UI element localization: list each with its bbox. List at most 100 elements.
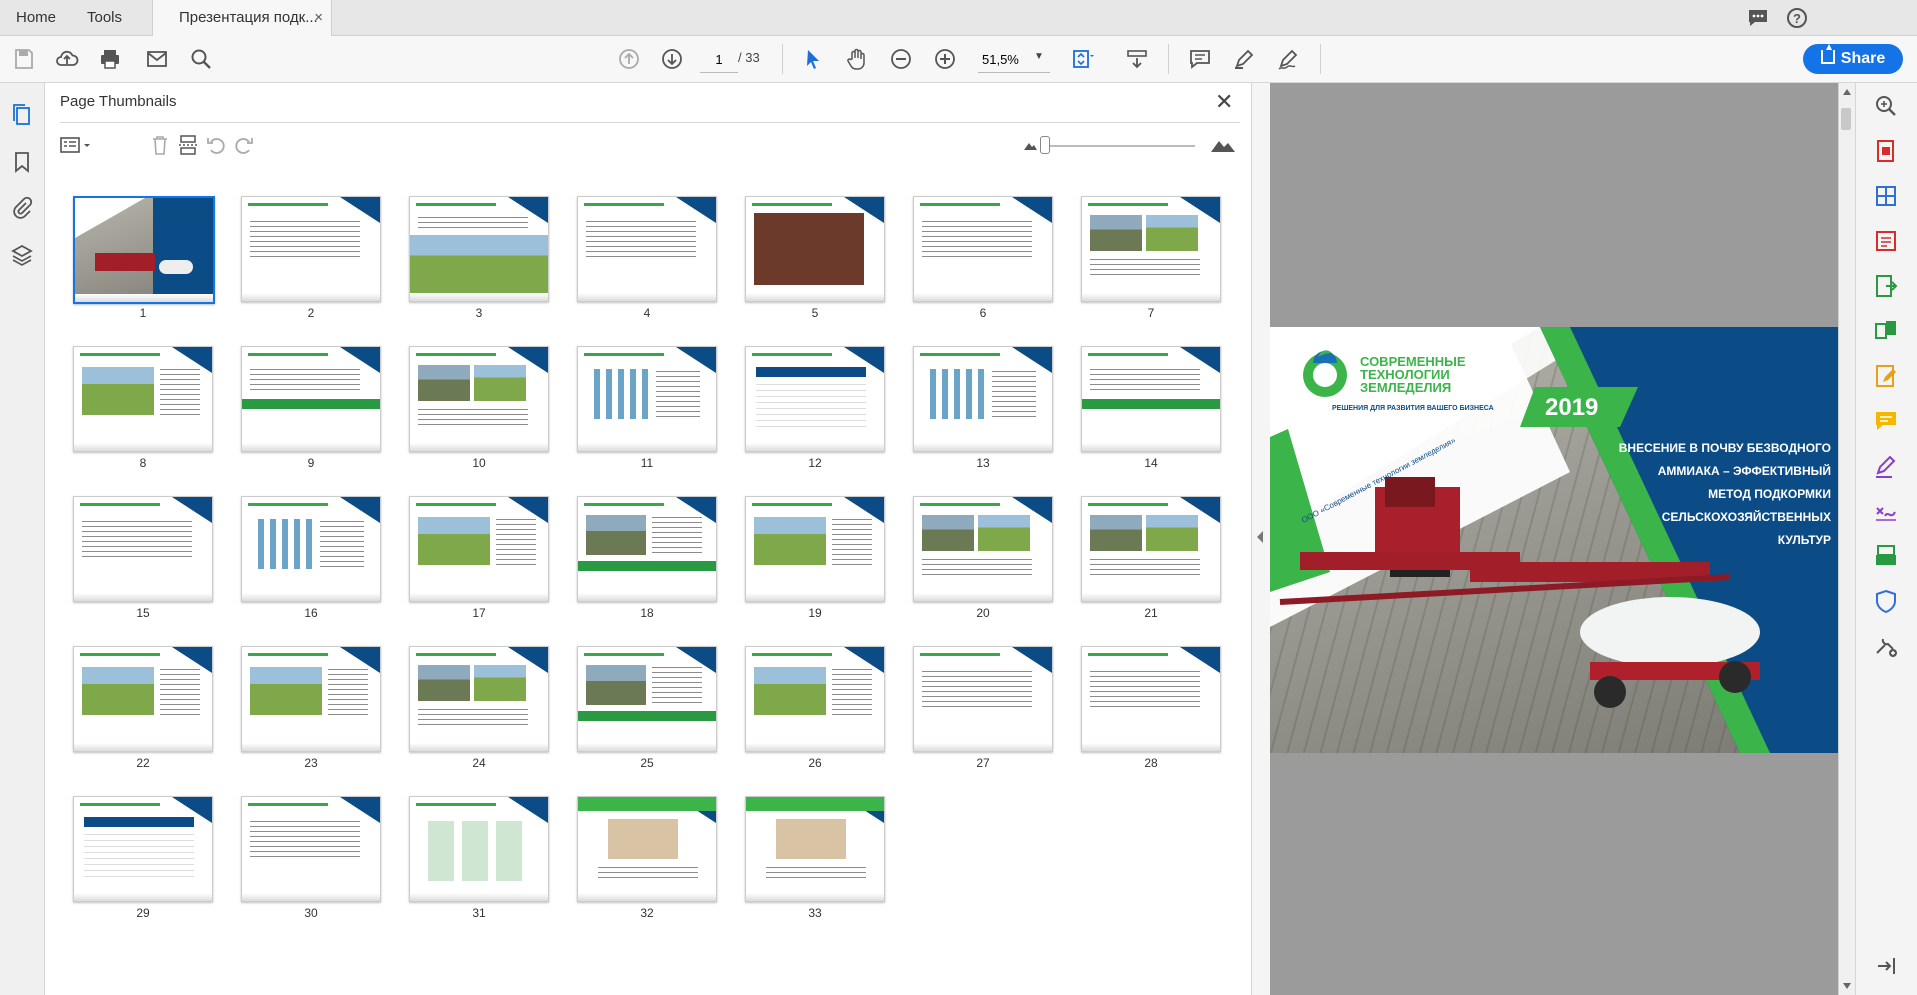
delete-pages-icon[interactable] [149, 134, 171, 156]
sign-icon[interactable] [1276, 47, 1300, 71]
thumbnail-image[interactable] [1081, 646, 1221, 752]
attachment-paperclip-icon[interactable] [10, 196, 34, 220]
page-thumbnail[interactable]: 6 [913, 196, 1053, 336]
thumbnail-image[interactable] [577, 796, 717, 902]
page-thumbnail[interactable]: 21 [1081, 496, 1221, 636]
scroll-mode-icon[interactable] [1125, 47, 1149, 71]
thumbnail-image[interactable] [241, 796, 381, 902]
fill-sign-icon[interactable] [1873, 453, 1899, 479]
close-tab-icon[interactable]: × [314, 0, 323, 35]
small-thumbnails-mountain-icon[interactable] [1023, 134, 1037, 156]
thumbnail-image[interactable] [241, 196, 381, 302]
thumbnail-size-slider-handle[interactable] [1040, 136, 1050, 154]
thumbnail-image[interactable] [241, 346, 381, 452]
zoom-out-icon[interactable] [889, 47, 913, 71]
thumbnail-image[interactable] [745, 196, 885, 302]
thumbnail-image[interactable] [913, 346, 1053, 452]
page-thumbnail[interactable]: 4 [577, 196, 717, 336]
comment-tool-icon[interactable] [1873, 408, 1899, 434]
search-icon[interactable] [189, 47, 213, 71]
thumbnail-image[interactable] [73, 196, 215, 304]
zoom-in-icon[interactable] [933, 47, 957, 71]
comment-icon[interactable] [1188, 47, 1212, 71]
page-thumbnail[interactable]: 20 [913, 496, 1053, 636]
page-thumbnail[interactable]: 1 [73, 196, 215, 336]
thumbnail-image[interactable] [577, 496, 717, 602]
select-cursor-icon[interactable] [801, 47, 825, 71]
help-icon[interactable]: ? [1785, 6, 1809, 30]
thumbnail-image[interactable] [409, 346, 549, 452]
scrollbar-thumb[interactable] [1841, 108, 1851, 130]
page-thumbnail[interactable]: 2 [241, 196, 381, 336]
edit-pdf-icon[interactable] [1873, 363, 1899, 389]
page-thumbnail[interactable]: 24 [409, 646, 549, 786]
page-number-input[interactable] [700, 46, 738, 73]
thumbnail-image[interactable] [577, 346, 717, 452]
print-icon[interactable] [98, 47, 122, 71]
rotate-clockwise-icon[interactable] [233, 134, 255, 156]
create-pdf-icon[interactable] [1873, 228, 1899, 254]
tab-tools[interactable]: Tools [87, 0, 122, 35]
thumbnail-image[interactable] [1081, 496, 1221, 602]
page-thumbnail[interactable]: 18 [577, 496, 717, 636]
rotate-counterclockwise-icon[interactable] [205, 134, 227, 156]
page-thumbnail[interactable]: 28 [1081, 646, 1221, 786]
page-thumbnail[interactable]: 19 [745, 496, 885, 636]
vertical-scrollbar[interactable] [1838, 83, 1855, 995]
page-thumbnail[interactable]: 11 [577, 346, 717, 486]
large-thumbnails-mountain-icon[interactable] [1210, 134, 1236, 156]
page-thumbnail[interactable]: 15 [73, 496, 213, 636]
thumbnail-image[interactable] [241, 646, 381, 752]
send-for-signature-icon[interactable] [1873, 498, 1899, 524]
thumbnail-options-menu-icon[interactable] [60, 134, 94, 156]
collapse-tools-pane-icon[interactable] [1873, 953, 1899, 979]
thumbnail-image[interactable] [577, 646, 717, 752]
page-thumbnail[interactable]: 33 [745, 796, 885, 936]
page-thumbnail[interactable]: 26 [745, 646, 885, 786]
highlight-pen-icon[interactable] [1232, 47, 1256, 71]
panel-splitter[interactable] [1251, 83, 1270, 995]
page-thumbnail[interactable]: 13 [913, 346, 1053, 486]
page-thumbnail[interactable]: 10 [409, 346, 549, 486]
thumbnail-image[interactable] [73, 346, 213, 452]
thumbnail-image[interactable] [745, 496, 885, 602]
thumbnail-image[interactable] [577, 196, 717, 302]
layers-icon[interactable] [10, 243, 34, 267]
thumbnail-image[interactable] [913, 646, 1053, 752]
page-thumbnail[interactable]: 12 [745, 346, 885, 486]
thumbnail-image[interactable] [1081, 196, 1221, 302]
thumbnail-image[interactable] [409, 796, 549, 902]
organize-pages-icon[interactable] [1873, 183, 1899, 209]
share-button[interactable]: Share [1803, 44, 1903, 74]
page-thumbnail[interactable]: 31 [409, 796, 549, 936]
collapse-panel-arrow-icon[interactable] [1257, 531, 1263, 543]
thumbnail-image[interactable] [409, 496, 549, 602]
scroll-down-arrow-icon[interactable] [1843, 983, 1851, 989]
thumbnail-image[interactable] [409, 196, 549, 302]
page-thumbnails-icon[interactable] [10, 103, 34, 127]
scroll-up-arrow-icon[interactable] [1843, 89, 1851, 95]
email-icon[interactable] [145, 47, 169, 71]
zoom-dropdown-icon[interactable]: ▼ [1034, 51, 1044, 62]
enhance-scan-icon[interactable] [1873, 93, 1899, 119]
page-thumbnail[interactable]: 23 [241, 646, 381, 786]
page-thumbnail[interactable]: 25 [577, 646, 717, 786]
page-thumbnail[interactable]: 32 [577, 796, 717, 936]
thumbnail-image[interactable] [241, 496, 381, 602]
upload-cloud-icon[interactable] [55, 47, 79, 71]
page-thumbnail[interactable]: 30 [241, 796, 381, 936]
thumbnail-image[interactable] [73, 496, 213, 602]
page-thumbnail[interactable]: 14 [1081, 346, 1221, 486]
thumbnail-image[interactable] [913, 496, 1053, 602]
scan-ocr-icon[interactable] [1873, 543, 1899, 569]
page-thumbnail[interactable]: 9 [241, 346, 381, 486]
tab-document[interactable]: Презентация подк... × [152, 0, 332, 36]
tab-home[interactable]: Home [16, 0, 56, 35]
save-icon[interactable] [12, 47, 36, 71]
page-thumbnail[interactable]: 5 [745, 196, 885, 336]
page-thumbnail[interactable]: 16 [241, 496, 381, 636]
more-tools-icon[interactable] [1873, 633, 1899, 659]
bookmark-icon[interactable] [10, 150, 34, 174]
thumbnail-image[interactable] [1081, 346, 1221, 452]
thumbnail-image[interactable] [73, 646, 213, 752]
